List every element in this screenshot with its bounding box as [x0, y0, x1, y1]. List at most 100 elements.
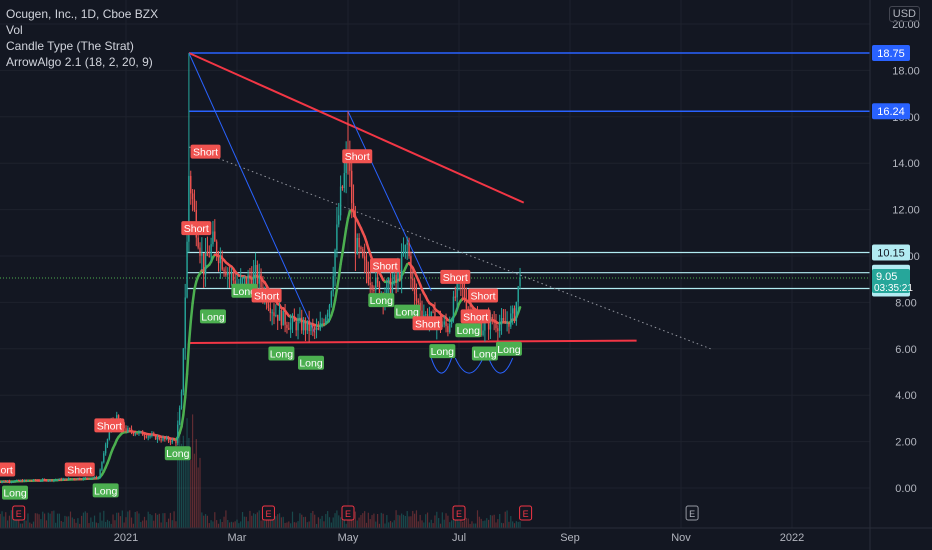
- volume-bar: [428, 522, 430, 528]
- candle-body: [314, 326, 316, 330]
- signal-label: Short: [372, 260, 397, 272]
- candle-body: [499, 324, 501, 331]
- volume-bar: [512, 521, 514, 528]
- x-tick-label: Mar: [228, 532, 247, 544]
- candle-body: [308, 320, 310, 332]
- volume-bar: [443, 519, 445, 528]
- candle: [315, 318, 318, 339]
- volume-bar: [408, 516, 410, 528]
- candle-body: [343, 173, 345, 189]
- volume-bar: [1, 511, 3, 528]
- candle: [443, 315, 445, 328]
- volume-bar: [515, 521, 517, 528]
- candle: [452, 290, 455, 323]
- candle-body: [60, 478, 62, 481]
- candle-body: [388, 278, 390, 282]
- volume-bar: [371, 515, 373, 528]
- candle: [169, 439, 172, 446]
- candle-body: [417, 300, 419, 303]
- volume-bar: [190, 459, 192, 528]
- volume-bar: [79, 523, 81, 528]
- x-tick-label: Sep: [560, 532, 580, 544]
- candle: [36, 479, 38, 482]
- signal-label: Long: [299, 358, 323, 370]
- candle-body: [277, 314, 279, 321]
- candle-body: [219, 256, 222, 264]
- candle: [3, 480, 5, 483]
- candle-body: [138, 431, 140, 434]
- candle-body: [511, 308, 514, 314]
- x-tick-label: May: [338, 532, 359, 544]
- volume-bar: [445, 513, 447, 528]
- volume-bar: [53, 510, 55, 528]
- candle-body: [166, 437, 168, 440]
- candle: [103, 451, 105, 464]
- candle: [43, 478, 46, 481]
- y-tick-label: 4.00: [895, 390, 916, 402]
- candle-body: [153, 434, 155, 436]
- candle: [138, 430, 140, 436]
- candle: [32, 479, 35, 482]
- candle: [306, 320, 308, 335]
- candle-body: [275, 314, 277, 317]
- candle: [504, 309, 506, 324]
- volume-bar: [319, 518, 321, 528]
- candle: [302, 316, 305, 335]
- candle: [358, 233, 360, 259]
- volume-bar: [493, 514, 495, 528]
- indicator-strat[interactable]: Candle Type (The Strat): [6, 38, 158, 54]
- candle: [330, 290, 333, 308]
- last-price-label: 9.05: [876, 271, 897, 283]
- currency-label[interactable]: USD: [888, 6, 920, 22]
- candle-body: [21, 480, 24, 482]
- candle-body: [326, 313, 329, 317]
- volume-bar: [101, 520, 103, 528]
- signal-label: Long: [370, 295, 394, 307]
- indicator-arrowalgo[interactable]: ArrowAlgo 2.1 (18, 2, 20, 9): [6, 54, 158, 70]
- candle: [495, 313, 497, 333]
- candle: [497, 325, 499, 342]
- volume-bar: [217, 523, 220, 528]
- volume-bar: [86, 512, 88, 528]
- volume-bar: [328, 517, 331, 528]
- candle-body: [212, 231, 214, 245]
- volume-bar: [334, 513, 336, 528]
- candle-body: [402, 252, 405, 254]
- volume-bar: [175, 521, 177, 528]
- candle: [212, 220, 214, 247]
- volume-bar: [221, 521, 223, 528]
- candle-body: [249, 274, 251, 279]
- candle: [282, 310, 284, 326]
- symbol-title[interactable]: Ocugen, Inc., 1D, Cboe BZX: [6, 6, 158, 22]
- candle: [80, 478, 83, 481]
- signal-label: Long: [473, 348, 497, 360]
- volume-bar: [27, 513, 29, 528]
- volume-bar: [105, 521, 107, 528]
- candle-body: [269, 307, 271, 314]
- volume-bar: [99, 512, 101, 528]
- volume-bar: [164, 513, 166, 528]
- volume-bar: [397, 514, 399, 528]
- volume-bar: [51, 511, 53, 528]
- candle-body: [147, 436, 149, 438]
- candle-body: [125, 428, 127, 432]
- candle-body: [334, 249, 336, 277]
- candle: [1, 481, 3, 484]
- volume-bar: [97, 523, 99, 528]
- candle-body: [400, 253, 403, 278]
- candle: [339, 175, 342, 221]
- volume-bar: [201, 512, 203, 528]
- price-chart[interactable]: ShortShortLongLongShortLongShortShortLon…: [0, 0, 932, 550]
- signal-label: Short: [184, 223, 209, 235]
- candle-body: [408, 242, 410, 257]
- volume-bar: [32, 521, 35, 528]
- volume-bar: [297, 521, 299, 528]
- candle-body: [177, 424, 179, 444]
- candle-body: [371, 284, 373, 290]
- volume-bar: [3, 516, 5, 528]
- candle: [293, 308, 296, 322]
- volume-bar: [103, 510, 105, 528]
- volume-bar: [45, 520, 48, 528]
- candle-body: [225, 271, 227, 276]
- indicator-vol[interactable]: Vol: [6, 22, 158, 38]
